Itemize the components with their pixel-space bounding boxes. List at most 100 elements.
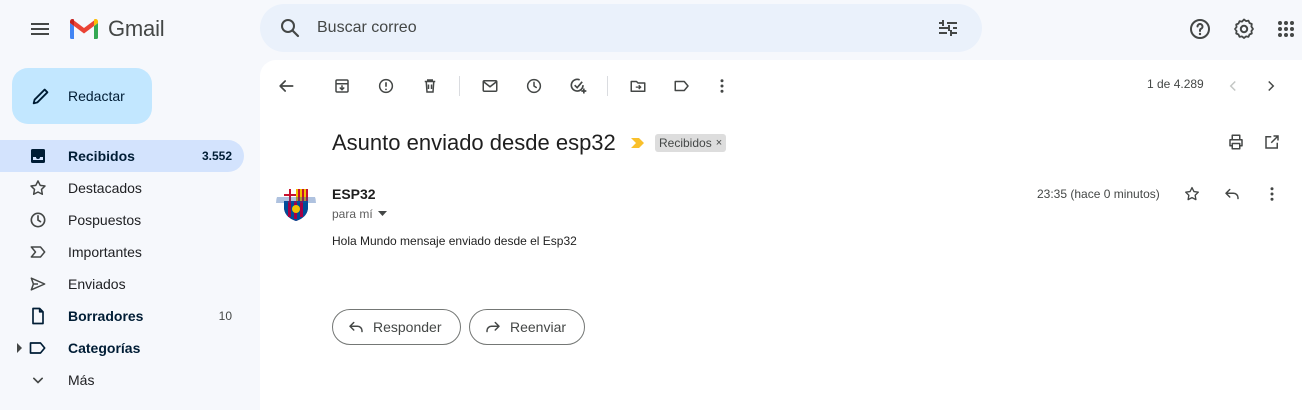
search-input[interactable] — [317, 16, 917, 40]
archive-button[interactable] — [324, 68, 360, 104]
mail-icon — [481, 77, 499, 95]
back-button[interactable] — [268, 68, 304, 104]
compose-button[interactable]: Redactar — [12, 68, 152, 124]
report-spam-button[interactable] — [368, 68, 404, 104]
more-vert-icon — [713, 77, 731, 95]
sidebar-item-label: Más — [68, 372, 95, 388]
remove-label-button[interactable]: × — [716, 137, 722, 149]
snooze-button[interactable] — [516, 68, 552, 104]
recipient-text: para mí — [332, 207, 373, 221]
sidebar-item-label: Categorías — [68, 340, 141, 356]
label-chip-text: Recibidos — [659, 136, 712, 150]
app-name: Gmail — [108, 16, 165, 41]
sender-name: ESP32 — [332, 186, 376, 202]
older-button[interactable] — [1253, 68, 1289, 104]
help-icon — [1188, 17, 1212, 41]
sidebar-item-sent[interactable]: Enviados — [0, 268, 244, 300]
gear-icon — [1232, 17, 1256, 41]
apps-grid-icon — [1274, 17, 1298, 41]
expand-caret-icon[interactable] — [16, 343, 24, 353]
sidebar-item-important[interactable]: Importantes — [0, 236, 244, 268]
sidebar-item-drafts[interactable]: Borradores 10 — [0, 300, 244, 332]
gmail-logo[interactable]: Gmail — [68, 14, 165, 44]
report-icon — [377, 77, 395, 95]
newer-button[interactable] — [1215, 68, 1251, 104]
trash-icon — [421, 77, 439, 95]
tune-icon — [936, 16, 960, 40]
search-bar — [260, 4, 982, 52]
sidebar-item-label: Borradores — [68, 308, 144, 324]
sender-avatar[interactable] — [276, 183, 316, 223]
help-button[interactable] — [1180, 9, 1220, 49]
important-icon — [28, 242, 48, 262]
sidebar-nav: Recibidos 3.552 Destacados Pospuestos Im… — [0, 140, 256, 396]
move-to-button[interactable] — [620, 68, 656, 104]
star-button[interactable] — [1174, 176, 1210, 212]
chevron-down-icon — [28, 370, 48, 390]
sidebar-item-label: Destacados — [68, 180, 142, 196]
forward-action-button[interactable]: Reenviar — [469, 309, 585, 345]
mark-unread-button[interactable] — [472, 68, 508, 104]
reply-icon — [347, 318, 365, 336]
clock-icon — [525, 77, 543, 95]
star-icon — [28, 178, 48, 198]
toolbar-divider — [607, 76, 608, 96]
compose-label: Redactar — [68, 88, 125, 104]
sidebar-item-label: Importantes — [68, 244, 142, 260]
open-new-window-button[interactable] — [1254, 124, 1290, 160]
print-icon — [1227, 133, 1245, 151]
clock-icon — [28, 210, 48, 230]
reply-label: Responder — [373, 319, 442, 335]
sidebar-item-starred[interactable]: Destacados — [0, 172, 244, 204]
reply-action-button[interactable]: Responder — [332, 309, 461, 345]
print-button[interactable] — [1218, 124, 1254, 160]
sidebar-item-label: Recibidos — [68, 148, 135, 164]
caret-down-icon — [377, 211, 387, 217]
message-body: Hola Mundo mensaje enviado desde el Esp3… — [332, 234, 577, 248]
add-task-icon — [568, 76, 588, 96]
main-menu-button[interactable] — [20, 9, 60, 49]
crest-avatar-image — [276, 183, 316, 223]
move-folder-icon — [629, 77, 647, 95]
delete-button[interactable] — [412, 68, 448, 104]
sidebar-item-categories[interactable]: Categorías — [0, 332, 244, 364]
pagination-text: 1 de 4.289 — [1147, 77, 1204, 91]
message-view: 1 de 4.289 Asunto enviado desde esp32 Re… — [260, 60, 1302, 410]
search-icon — [278, 16, 302, 40]
open-in-new-icon — [1263, 133, 1281, 151]
search-options-button[interactable] — [928, 8, 968, 48]
hamburger-menu-icon — [28, 17, 52, 41]
pencil-icon — [30, 85, 52, 107]
reply-icon — [1223, 185, 1241, 203]
message-subject: Asunto enviado desde esp32 — [332, 130, 616, 155]
star-icon — [1183, 185, 1201, 203]
label-chip-inbox[interactable]: Recibidos × — [655, 134, 727, 152]
recipient-details-toggle[interactable]: para mí — [332, 207, 387, 221]
labels-button[interactable] — [664, 68, 700, 104]
message-more-button[interactable] — [1254, 176, 1290, 212]
add-to-tasks-button[interactable] — [560, 68, 596, 104]
forward-icon — [484, 318, 502, 336]
chevron-right-icon — [1262, 77, 1280, 95]
sidebar-item-label: Pospuestos — [68, 212, 142, 228]
importance-marker-icon[interactable] — [630, 136, 646, 150]
top-bar: Gmail — [0, 0, 1302, 58]
search-button[interactable] — [270, 8, 310, 48]
sidebar-item-more[interactable]: Más — [0, 364, 244, 396]
unread-count: 3.552 — [201, 149, 232, 163]
arrow-back-icon — [276, 76, 296, 96]
apps-button[interactable] — [1266, 9, 1302, 49]
draft-count: 10 — [218, 309, 232, 323]
toolbar-divider — [459, 76, 460, 96]
sidebar-item-label: Enviados — [68, 276, 126, 292]
draft-icon — [28, 306, 48, 326]
message-time: 23:35 (hace 0 minutos) — [1037, 187, 1160, 201]
sidebar-item-inbox[interactable]: Recibidos 3.552 — [0, 140, 244, 172]
forward-label: Reenviar — [510, 319, 567, 335]
label-icon — [28, 338, 48, 358]
sidebar-item-snoozed[interactable]: Pospuestos — [0, 204, 244, 236]
settings-button[interactable] — [1224, 9, 1264, 49]
reply-button[interactable] — [1214, 176, 1250, 212]
gmail-m-icon — [68, 17, 100, 41]
more-options-button[interactable] — [704, 68, 740, 104]
